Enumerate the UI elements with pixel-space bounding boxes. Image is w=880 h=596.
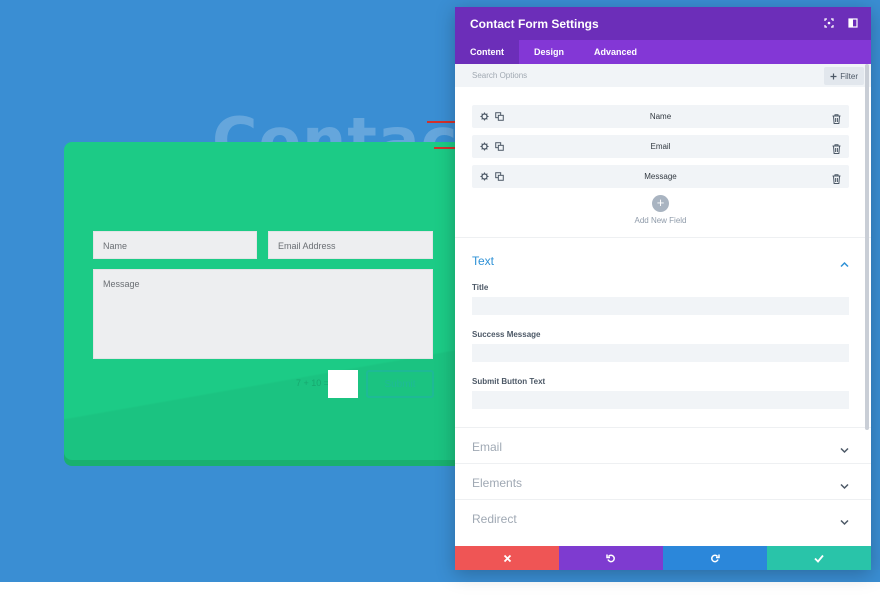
gear-icon[interactable]	[479, 111, 489, 121]
duplicate-icon[interactable]	[494, 111, 504, 121]
submit-button-text-input[interactable]	[472, 391, 849, 409]
sidebar-toggle-icon[interactable]	[847, 17, 859, 29]
tab-design[interactable]: Design	[519, 40, 579, 64]
settings-modal: Contact Form Settings Content Design Adv…	[455, 7, 871, 570]
trash-icon[interactable]	[832, 171, 842, 184]
submit-button[interactable]: Submit	[366, 370, 434, 398]
undo-button[interactable]	[559, 546, 663, 570]
field-list: Name Email Message + Add New Field	[455, 87, 871, 225]
duplicate-icon[interactable]	[494, 171, 504, 181]
close-icon	[503, 554, 511, 562]
add-new-field[interactable]: + Add New Field	[472, 195, 849, 225]
undo-icon	[606, 554, 615, 563]
scrollbar[interactable]	[865, 64, 869, 430]
setting-label-success-message: Success Message	[472, 330, 541, 339]
field-row-message[interactable]: Message	[472, 165, 849, 188]
gear-icon[interactable]	[479, 141, 489, 151]
name-field[interactable]: Name	[93, 231, 257, 259]
trash-icon[interactable]	[832, 141, 842, 154]
save-button[interactable]	[767, 546, 871, 570]
chevron-down-icon[interactable]	[840, 442, 849, 454]
setting-label-submit-button-text: Submit Button Text	[472, 377, 546, 386]
duplicate-icon[interactable]	[494, 141, 504, 151]
email-field[interactable]: Email Address	[268, 231, 433, 259]
captcha-input[interactable]	[328, 370, 358, 398]
search-input[interactable]: Search Options	[472, 71, 527, 80]
success-message-input[interactable]	[472, 344, 849, 362]
captcha-question: 7 + 10 =	[296, 378, 330, 388]
add-field-label: Add New Field	[634, 216, 687, 225]
section-redirect[interactable]: Redirect	[455, 499, 871, 535]
modal-footer	[455, 546, 871, 570]
trash-icon[interactable]	[832, 111, 842, 124]
setting-label-title: Title	[472, 283, 489, 292]
filter-label: Filter	[840, 71, 858, 81]
message-field[interactable]: Message	[93, 269, 433, 359]
tab-content[interactable]: Content	[455, 40, 519, 64]
section-title-text[interactable]: Text	[455, 238, 871, 268]
search-bar: Search Options Filter	[455, 64, 871, 87]
contact-form-preview[interactable]: Name Email Address Message 7 + 10 = Subm…	[64, 142, 494, 460]
section-title-elements: Elements	[472, 476, 523, 490]
plus-icon	[830, 73, 837, 79]
add-icon[interactable]: +	[652, 195, 669, 212]
tab-advanced[interactable]: Advanced	[579, 40, 652, 64]
cancel-button[interactable]	[455, 546, 559, 570]
section-elements[interactable]: Elements	[455, 463, 871, 499]
redo-icon	[711, 554, 720, 563]
text-section: Text Title Success Message Submit Button…	[455, 237, 871, 427]
field-row-label: Name	[649, 112, 672, 121]
section-title-redirect: Redirect	[472, 512, 517, 526]
section-email[interactable]: Email	[455, 427, 871, 463]
field-row-email[interactable]: Email	[472, 135, 849, 158]
check-icon	[814, 554, 824, 563]
gear-icon[interactable]	[479, 171, 489, 181]
modal-body: Search Options Filter Name Email Message…	[455, 64, 871, 546]
modal-title: Contact Form Settings	[470, 16, 599, 31]
filter-button[interactable]: Filter	[824, 67, 864, 85]
fullscreen-icon[interactable]	[823, 17, 835, 29]
chevron-down-icon[interactable]	[840, 514, 849, 526]
section-title-email: Email	[472, 440, 503, 454]
chevron-up-icon[interactable]	[840, 256, 849, 268]
field-row-label: Message	[644, 172, 677, 181]
field-row-label: Email	[650, 142, 671, 151]
redo-button[interactable]	[663, 546, 767, 570]
modal-header: Contact Form Settings	[455, 7, 871, 40]
modal-tabs: Content Design Advanced	[455, 40, 871, 64]
title-input[interactable]	[472, 297, 849, 315]
field-row-name[interactable]: Name	[472, 105, 849, 128]
chevron-down-icon[interactable]	[840, 478, 849, 490]
